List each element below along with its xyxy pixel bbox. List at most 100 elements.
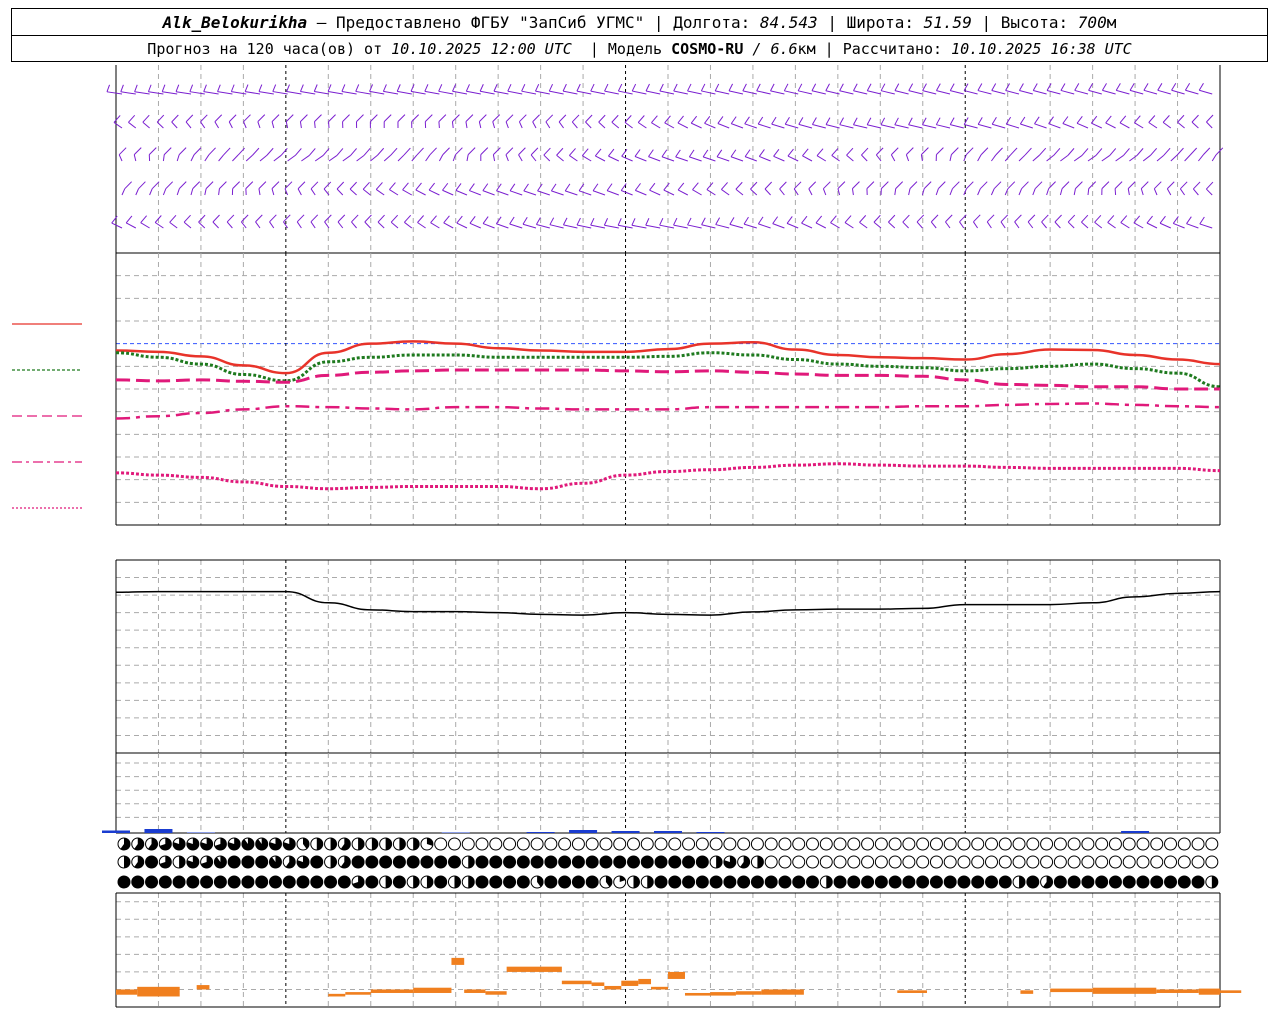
wind-barb-flag (1010, 147, 1018, 156)
cloud-cover-symbol (819, 855, 833, 869)
wind-barb-flag (336, 181, 345, 190)
wind-barb (198, 221, 206, 229)
wind-barb (1148, 122, 1158, 129)
wind-barb-flag (1075, 181, 1083, 189)
wind-barb (606, 190, 619, 196)
wind-barb-flag (389, 182, 396, 190)
cloud-cover-fill (228, 856, 241, 868)
wind-barb (701, 224, 716, 229)
wind-barb-flag (1198, 82, 1204, 91)
wind-barb-flag (403, 147, 411, 156)
wind-barb-flag (986, 214, 995, 223)
cloud-cover-fill (710, 876, 723, 888)
wind-barb-flag (205, 181, 214, 189)
wind-barb-flag (1119, 115, 1127, 124)
wind-barb (1115, 155, 1124, 162)
cloud-cover-fill (255, 876, 268, 888)
wind-barb (808, 188, 813, 196)
meteogram-chart (12, 65, 1242, 1008)
wind-barb (1076, 122, 1089, 129)
convective-cloud-bar (735, 991, 762, 995)
wind-barb-flag (294, 148, 302, 156)
wind-barb-flag (621, 149, 628, 157)
wind-barb (1019, 90, 1033, 95)
cloud-cover-fill (283, 876, 296, 888)
wind-barb (873, 221, 882, 229)
wind-barb-flag (1067, 148, 1075, 156)
wind-barb (301, 155, 310, 162)
wind-barb-flag (350, 148, 357, 156)
wind-barb-flag (675, 149, 681, 158)
convective-cloud-bar (413, 987, 452, 993)
wind-barb (383, 154, 392, 162)
wind-barb-flag (219, 181, 227, 189)
wind-barb (758, 123, 771, 129)
wind-barb-flag (590, 217, 595, 226)
cloud-cover-fill (778, 876, 791, 888)
convective-cloud-bar (591, 982, 605, 986)
cloud-cover-fill (179, 856, 186, 868)
wind-barb (1059, 188, 1063, 196)
wind-barb-flag (637, 115, 645, 123)
cloud-cover-symbol (943, 855, 957, 869)
wind-barb-flag (356, 114, 364, 122)
wind-barb (621, 155, 633, 162)
wind-barb (787, 155, 799, 162)
wind-barb (759, 156, 771, 162)
wind-barb (530, 154, 537, 162)
wind-barb (226, 221, 233, 229)
wind-barb (1173, 223, 1185, 229)
cloud-cover-symbol (916, 837, 930, 851)
wind-barb (535, 90, 550, 95)
wind-barb (190, 188, 194, 196)
wind-barb (505, 154, 509, 162)
wind-barb-flag (1157, 83, 1163, 91)
wind-barb (310, 221, 316, 229)
cloud-cover-fill (186, 876, 199, 888)
cloud-cover-symbol (503, 837, 517, 851)
wind-barb-flag (634, 149, 641, 157)
cloud-cover-symbol (902, 837, 916, 851)
wind-barb (673, 90, 688, 95)
wind-barb-flag (771, 116, 777, 125)
wind-barb (478, 121, 482, 129)
wind-barb-flag (203, 84, 207, 92)
wind-barb-flag (198, 214, 206, 223)
wind-barb-flag (617, 83, 623, 92)
cloud-cover-symbol (778, 855, 792, 869)
wind-barb (296, 221, 302, 229)
wind-barb (659, 224, 675, 229)
cloud-cover-symbol (806, 855, 819, 869)
wind-barb (351, 221, 357, 229)
wind-barb (415, 189, 426, 196)
wind-barb-flag (802, 148, 809, 157)
wind-barb-flag (1019, 116, 1026, 125)
cloud-cover-fill (1019, 876, 1026, 888)
wind-barb (973, 221, 979, 229)
wind-barb (977, 188, 981, 196)
wind-barb-flag (310, 181, 319, 190)
wind-barb-flag (175, 84, 180, 92)
cloud-cover-symbol (1067, 837, 1081, 851)
cloud-cover-fill (647, 876, 654, 888)
wind-barb-flag (880, 117, 886, 126)
cloud-cover-fill (173, 876, 186, 888)
wind-barb-flag (1014, 214, 1022, 223)
wind-barb (390, 221, 399, 229)
wind-barb (287, 154, 296, 162)
wind-barb-flag (468, 183, 475, 191)
wind-barb-flag (1192, 181, 1201, 190)
wind-barb (582, 155, 592, 162)
wind-barb-flag (147, 84, 152, 92)
wind-barb (204, 154, 210, 162)
wind-barb (721, 189, 730, 196)
wind-barb (598, 121, 606, 129)
wind-barb-flag (509, 216, 515, 225)
cloud-cover-fill (131, 876, 144, 888)
wind-barb-flag (417, 215, 425, 223)
wind-barb-flag (1127, 181, 1136, 189)
wind-barb (880, 90, 895, 95)
wind-barb (128, 121, 137, 129)
wind-barb-flag (178, 181, 187, 190)
wind-barb-flag (1202, 147, 1211, 156)
